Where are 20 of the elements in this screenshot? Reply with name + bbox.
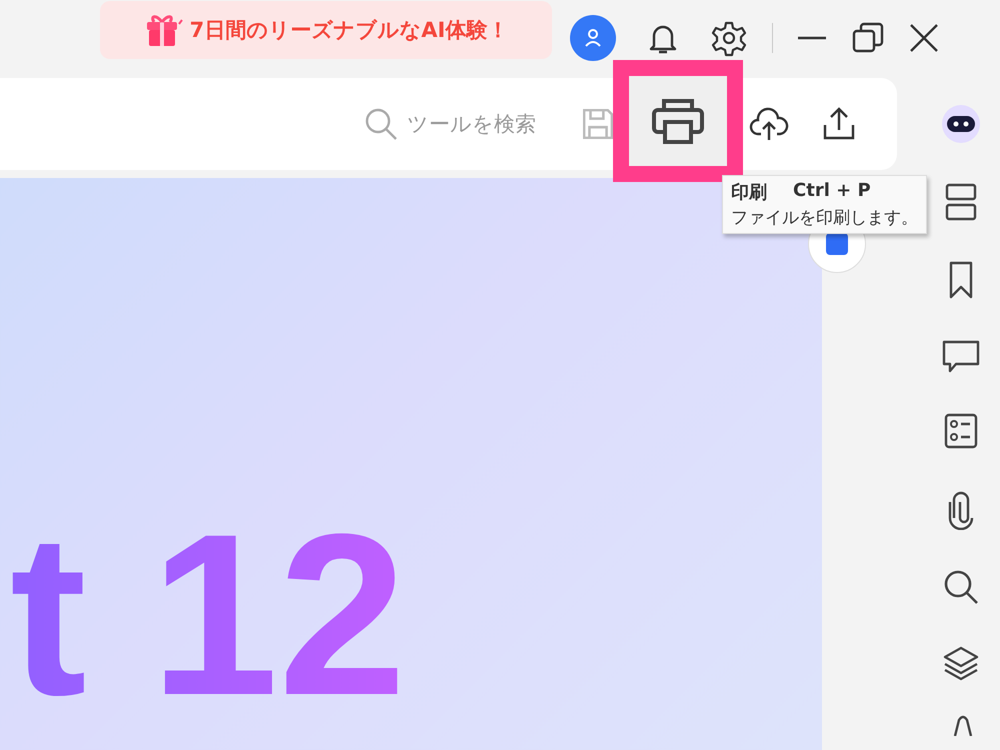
tooltip-title: 印刷 bbox=[731, 181, 767, 204]
search-icon bbox=[363, 106, 399, 142]
search-icon[interactable] bbox=[942, 568, 980, 606]
comment-icon[interactable] bbox=[941, 338, 981, 374]
panels-icon[interactable] bbox=[943, 182, 979, 222]
tooltip-shortcut: Ctrl + P bbox=[793, 180, 871, 203]
promo-banner[interactable]: 7日間のリーズナブルなAI体験！ bbox=[100, 1, 552, 59]
print-button[interactable] bbox=[613, 60, 743, 182]
promo-text: 7日間のリーズナブルなAI体験！ bbox=[190, 17, 508, 44]
search-field[interactable]: ツールを検索 bbox=[363, 106, 559, 142]
settings-icon[interactable] bbox=[710, 19, 748, 57]
tooltip-description: ファイルを印刷します。 bbox=[731, 207, 918, 229]
robot-icon[interactable] bbox=[941, 104, 981, 144]
printer-icon bbox=[650, 96, 706, 146]
cloud-upload-icon bbox=[749, 106, 789, 142]
avatar-icon[interactable] bbox=[570, 15, 616, 61]
layers-icon[interactable] bbox=[942, 644, 980, 682]
checklist-icon[interactable] bbox=[943, 412, 979, 450]
save-icon bbox=[583, 109, 613, 139]
restore-icon[interactable] bbox=[851, 21, 885, 55]
